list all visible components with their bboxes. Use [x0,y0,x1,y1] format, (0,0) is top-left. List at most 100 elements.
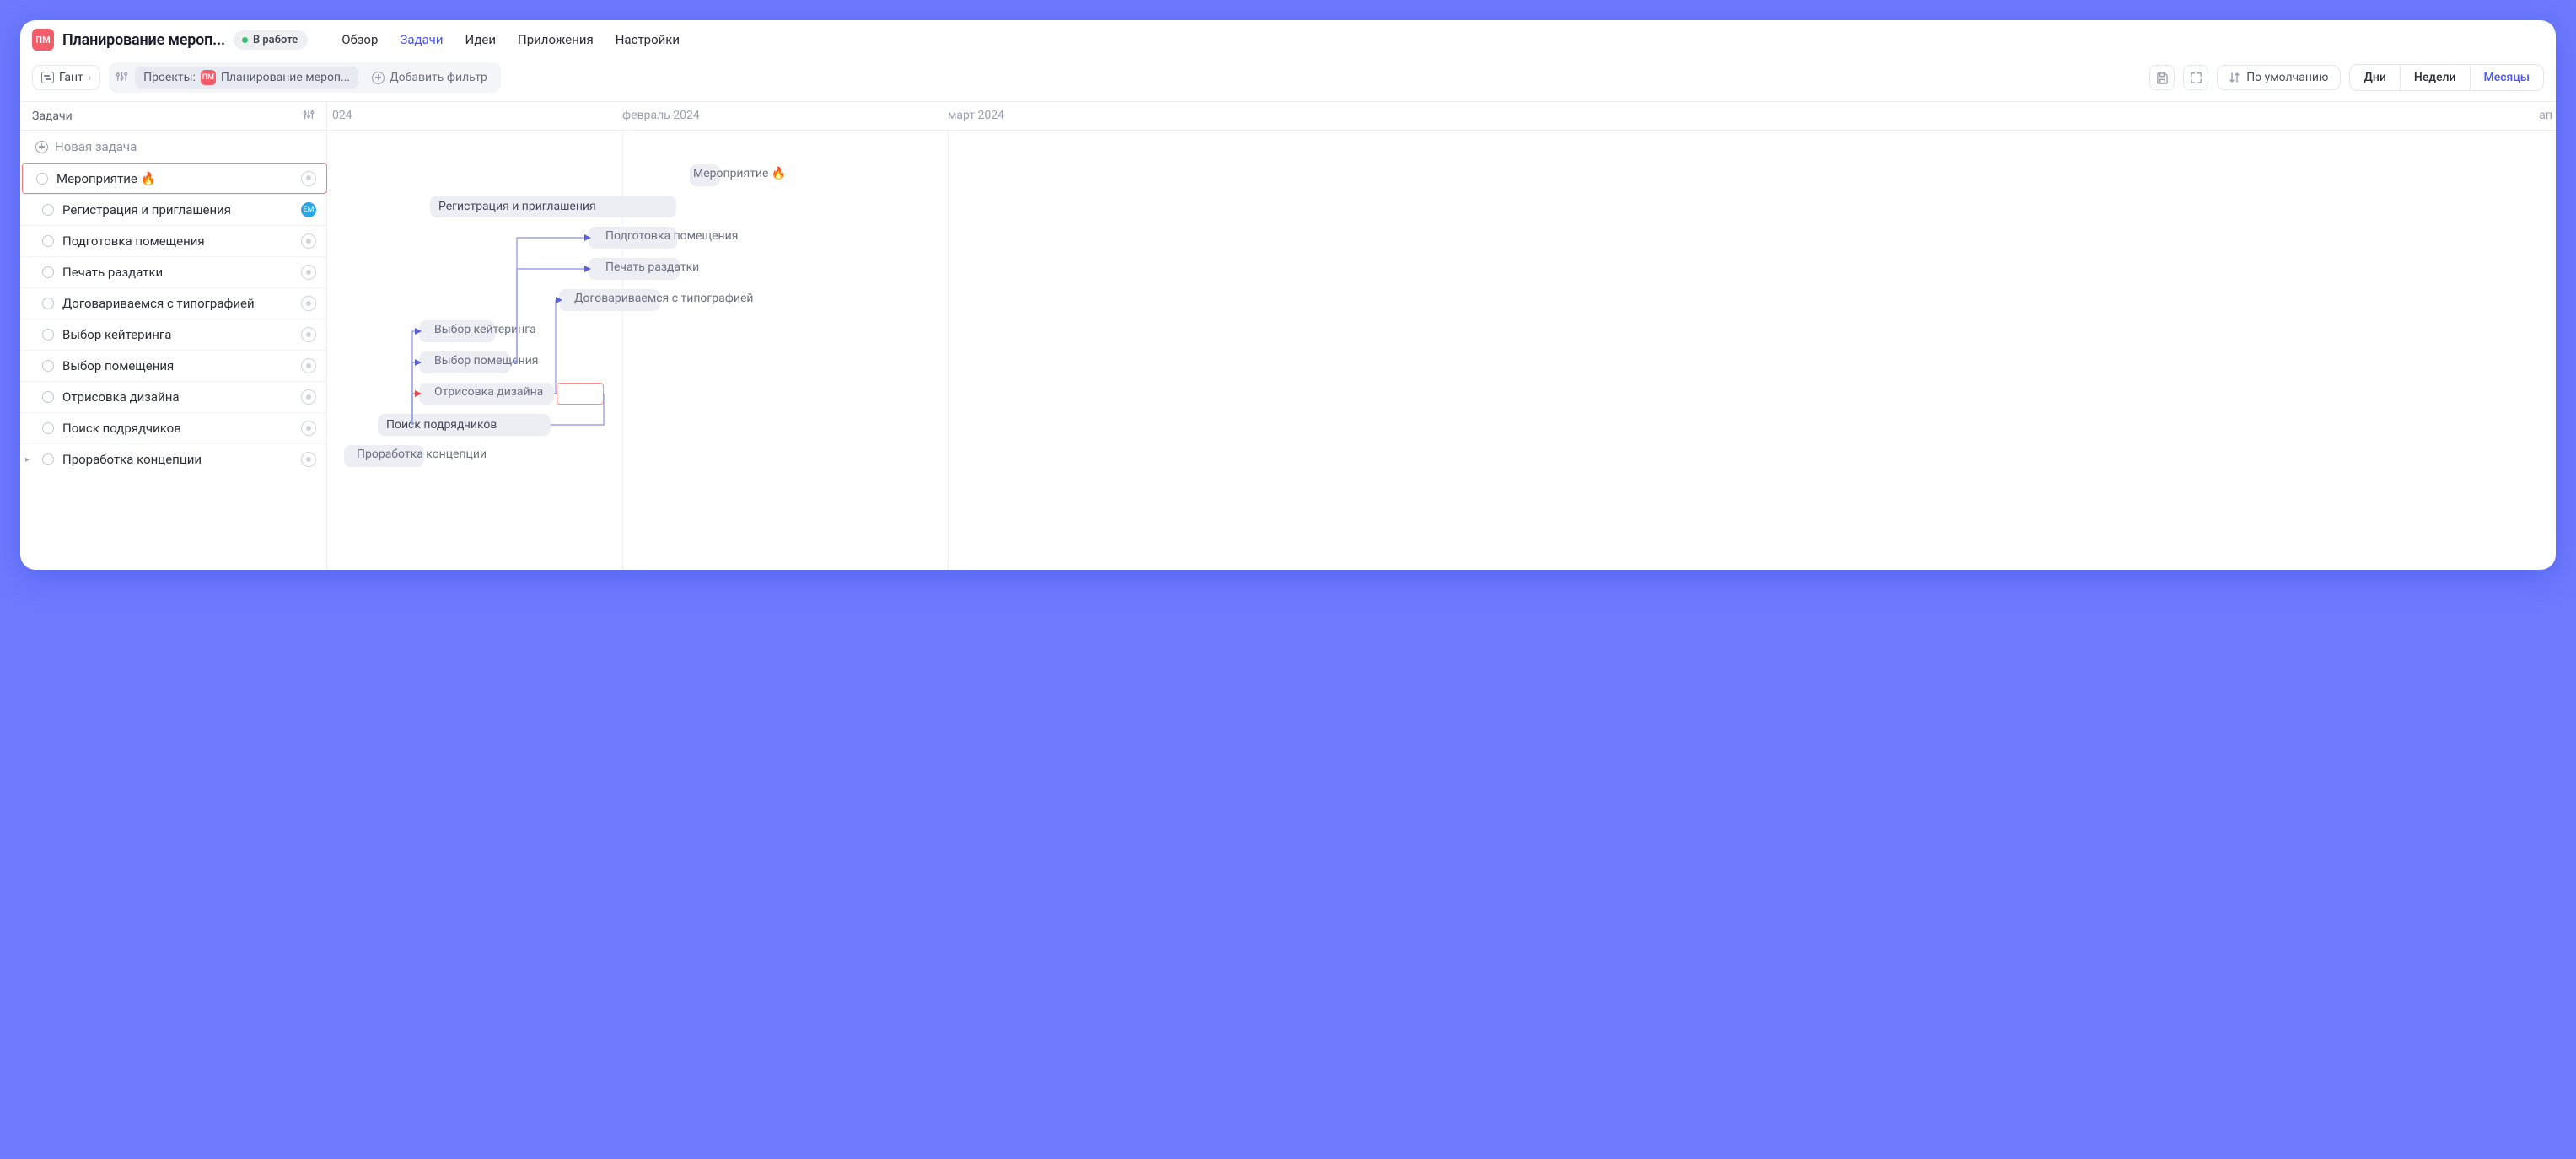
gantt-bar-label: Выбор помещения [434,354,538,368]
gantt-bar-contractors[interactable]: Поиск подрядчиков [378,414,551,436]
save-button[interactable] [2149,65,2175,90]
assignee-slot[interactable] [301,327,316,342]
nav-tasks[interactable]: Задачи [400,32,443,47]
gantt-bar-label: Проработка концепции [357,448,487,461]
task-label: Отрисовка дизайна [62,389,180,405]
circle-icon[interactable] [42,235,54,247]
zoom-weeks[interactable]: Недели [2400,65,2470,90]
assignee-slot[interactable] [301,358,316,373]
chevron-right-icon: › [89,72,91,83]
filter-chip-text: Планирование мероп... [221,71,350,84]
save-icon [2156,72,2169,84]
circle-icon[interactable] [42,360,54,372]
assignee-slot[interactable] [301,452,316,467]
zoom-days[interactable]: Дни [2350,65,2399,90]
new-task-label: Новая задача [55,139,137,154]
sidebar-heading: Задачи [32,110,73,123]
task-row[interactable]: Мероприятие 🔥 [22,163,327,194]
gantt-area[interactable]: 024 февраль 2024 март 2024 ап Мероприяти… [327,102,2556,570]
assignee-slot[interactable] [301,389,316,405]
task-row[interactable]: Печать раздатки [20,256,326,287]
caret-right-icon[interactable]: ▸ [25,455,30,464]
task-label: Выбор помещения [62,358,174,373]
task-label: Мероприятие 🔥 [56,171,156,186]
nav-overview[interactable]: Обзор [341,32,378,47]
circle-icon[interactable] [42,298,54,309]
circle-icon[interactable] [42,204,54,216]
assignee-slot[interactable] [301,171,316,186]
task-label: Регистрация и приглашения [62,202,231,217]
filter-chip-projects[interactable]: Проекты: ПМ Планирование мероп... [135,67,358,89]
topbar: ПМ Планирование мероп... В работе Обзор … [20,20,2556,57]
task-label: Договариваемся с типографией [62,296,255,311]
task-row[interactable]: Выбор кейтеринга [20,319,326,350]
project-badge[interactable]: ПМ [32,29,54,51]
nav-settings[interactable]: Настройки [616,32,680,47]
assignee-slot[interactable] [301,421,316,436]
sort-selector[interactable]: По умолчанию [2217,65,2341,90]
gantt-deadline-box [557,383,604,405]
task-row[interactable]: Выбор помещения [20,350,326,381]
filter-chip-badge: ПМ [201,70,216,85]
circle-icon[interactable] [42,422,54,434]
gantt-bar-label: Отрисовка дизайна [434,385,543,399]
circle-icon[interactable] [42,453,54,465]
task-sidebar: Задачи Новая задача Мероприятие 🔥 Регист… [20,102,327,570]
gantt-bar-label: Печать раздатки [605,260,699,274]
circle-icon[interactable] [42,329,54,341]
assignee-slot[interactable] [301,296,316,311]
gantt-bar-label: Выбор кейтеринга [434,323,536,336]
gantt-bar-text: Регистрация и приглашения [438,200,596,213]
filter-bar: Проекты: ПМ Планирование мероп... Добави… [109,62,501,93]
sort-icon [2229,72,2240,83]
gantt-bar-text: Поиск подрядчиков [386,418,497,432]
project-title[interactable]: Планирование мероп... [62,31,225,49]
gantt-body: Мероприятие 🔥 Регистрация и приглашения … [327,131,2556,570]
add-filter-label: Добавить фильтр [390,71,487,84]
circle-icon[interactable] [42,391,54,403]
sliders-icon[interactable] [303,109,315,124]
timeline-label: февраль 2024 [622,109,700,122]
timeline-label: март 2024 [948,109,1004,122]
assignee-avatar[interactable]: ЕМ [301,202,316,217]
plus-circle-icon [372,72,385,84]
gantt-bar-label: Договариваемся с типографией [574,292,754,305]
add-filter-button[interactable]: Добавить фильтр [365,67,494,88]
task-row[interactable]: Поиск подрядчиков [20,412,326,443]
task-row[interactable]: Договариваемся с типографией [20,287,326,319]
view-selector[interactable]: Гант › [32,65,100,90]
status-dot-icon [242,37,248,43]
task-label: Подготовка помещения [62,233,205,249]
assignee-slot[interactable] [301,233,316,249]
task-row[interactable]: Регистрация и приглашения ЕМ [20,194,326,225]
expand-button[interactable] [2183,65,2208,90]
expand-icon [2190,72,2202,84]
app-window: ПМ Планирование мероп... В работе Обзор … [20,20,2556,570]
timeline-label: ап [2539,109,2552,122]
gantt-bar-label: Мероприятие 🔥 [693,167,786,180]
task-label: Печать раздатки [62,265,163,280]
gantt-icon [41,72,54,83]
circle-icon[interactable] [42,266,54,278]
new-task-button[interactable]: Новая задача [20,131,326,163]
zoom-group: Дни Недели Месяцы [2349,64,2544,91]
task-row[interactable]: Подготовка помещения [20,225,326,256]
sort-label: По умолчанию [2246,71,2328,84]
gantt-bar-registration[interactable]: Регистрация и приглашения [430,196,676,217]
task-row[interactable]: ▸ Проработка концепции [20,443,326,475]
task-list: Мероприятие 🔥 Регистрация и приглашения … [20,163,326,475]
zoom-months[interactable]: Месяцы [2470,65,2544,90]
nav-ideas[interactable]: Идеи [465,32,497,47]
task-row[interactable]: Отрисовка дизайна [20,381,326,412]
filter-chip-prefix: Проекты: [143,71,196,84]
status-label: В работе [253,34,298,46]
assignee-slot[interactable] [301,265,316,280]
circle-icon[interactable] [36,173,48,185]
sliders-icon[interactable] [116,70,128,86]
sidebar-head: Задачи [20,102,326,131]
timeline-label: 024 [332,109,352,122]
task-label: Поиск подрядчиков [62,421,181,436]
nav-apps[interactable]: Приложения [518,32,594,47]
content-area: Задачи Новая задача Мероприятие 🔥 Регист… [20,102,2556,570]
status-pill[interactable]: В работе [234,30,308,50]
